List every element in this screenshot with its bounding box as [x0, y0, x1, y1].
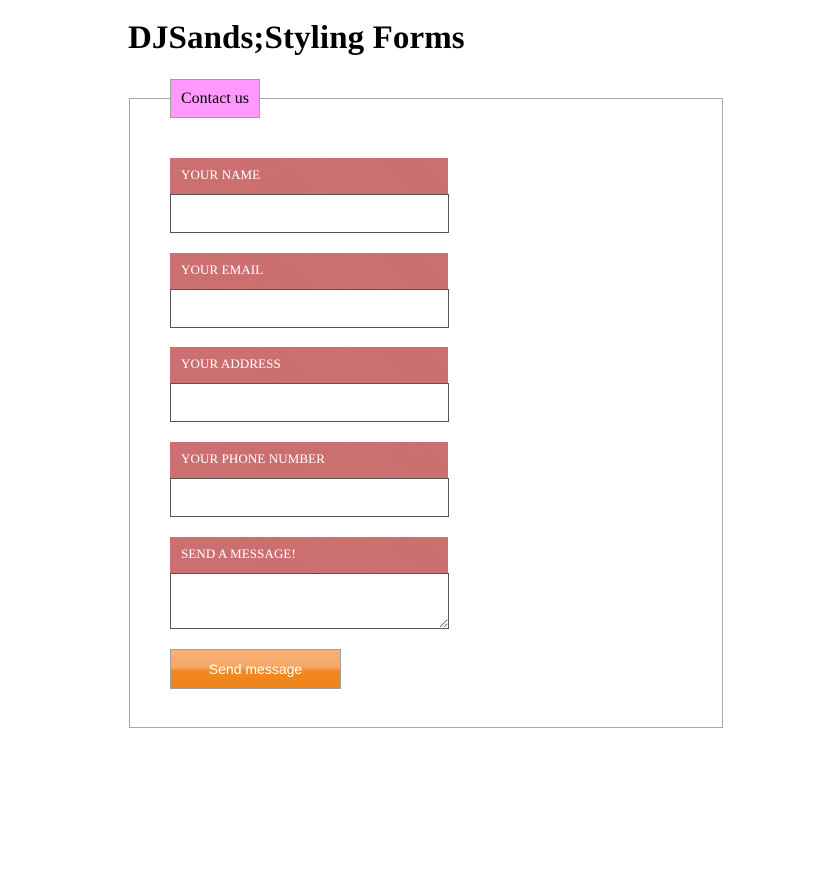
phone-label: YOUR PHONE NUMBER	[170, 442, 448, 478]
send-message-button[interactable]: Send message	[170, 649, 341, 689]
form-legend: Contact us	[170, 79, 260, 118]
email-label: YOUR EMAIL	[170, 253, 448, 289]
page-title: DJSands;Styling Forms	[128, 20, 465, 56]
message-textarea[interactable]	[170, 573, 449, 629]
address-input[interactable]	[170, 383, 449, 422]
message-label: SEND A MESSAGE!	[170, 537, 448, 573]
email-input[interactable]	[170, 289, 449, 328]
address-label: YOUR ADDRESS	[170, 347, 448, 383]
name-label: YOUR NAME	[170, 158, 448, 194]
phone-input[interactable]	[170, 478, 449, 517]
name-input[interactable]	[170, 194, 449, 233]
